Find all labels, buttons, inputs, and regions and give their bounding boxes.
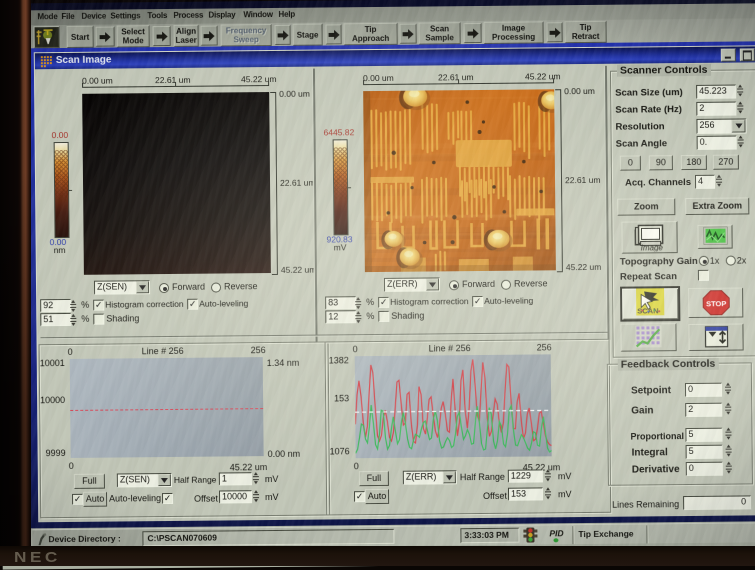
svg-text:STOP: STOP [706,299,726,308]
svg-text:Image: Image [641,243,664,251]
